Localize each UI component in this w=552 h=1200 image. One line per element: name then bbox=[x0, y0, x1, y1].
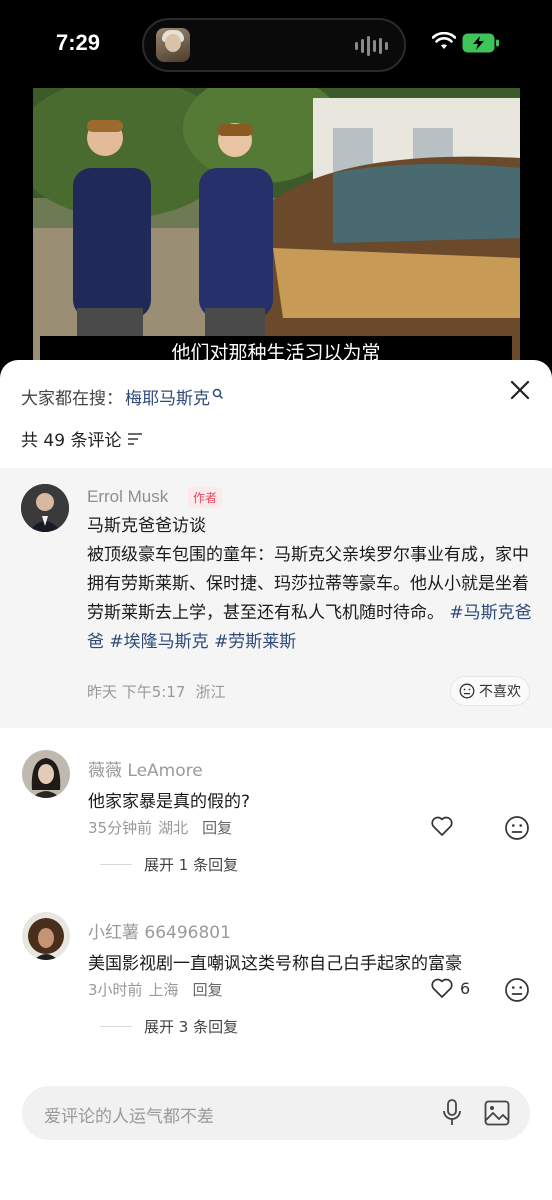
comment-meta: 35分钟前 湖北 回复 bbox=[88, 817, 232, 838]
expand-replies-label: 展开 3 条回复 bbox=[144, 1018, 239, 1036]
pinned-comment[interactable]: Errol Musk 作者 马斯克爸爸访谈 被顶级豪车包围的童年：马斯克父亲埃罗… bbox=[0, 468, 552, 728]
reply-button[interactable]: 回复 bbox=[202, 817, 232, 838]
wifi-icon bbox=[432, 32, 456, 49]
dynamic-island[interactable] bbox=[142, 18, 406, 72]
comment-author[interactable]: 薇薇 LeAmore bbox=[88, 756, 203, 781]
dislike-face-icon bbox=[459, 683, 475, 699]
sort-icon[interactable] bbox=[127, 432, 143, 446]
dislike-face-icon[interactable] bbox=[504, 815, 530, 841]
pinned-comment-title: 马斯克爸爸访谈 bbox=[87, 516, 206, 536]
author-badge: 作者 bbox=[188, 487, 223, 508]
image-icon[interactable] bbox=[484, 1100, 510, 1126]
comment-count-text: 共 49 条评论 bbox=[21, 431, 122, 451]
comment-time: 3小时前 bbox=[88, 981, 143, 999]
like-button[interactable]: 6 bbox=[430, 977, 470, 999]
audio-waveform-icon bbox=[355, 36, 388, 56]
comment-location: 上海 bbox=[148, 981, 179, 999]
hashtag[interactable]: #劳斯莱斯 bbox=[214, 632, 296, 652]
microphone-icon[interactable] bbox=[442, 1099, 462, 1127]
dislike-label: 不喜欢 bbox=[479, 684, 521, 700]
comment-input[interactable]: 爱评论的人运气都不差 bbox=[22, 1086, 530, 1140]
status-bar: 7:29 bbox=[0, 0, 552, 88]
comment-meta: 昨天 下午5:17 浙江 bbox=[87, 681, 225, 702]
comment-sheet: 大家都在搜： 梅耶马斯克 共 49 条评论 Errol Musk 作者 马斯克爸… bbox=[0, 360, 552, 1200]
pinned-comment-text: 马斯克爸爸访谈 被顶级豪车包围的童年：马斯克父亲埃罗尔事业有成，家中拥有劳斯莱斯… bbox=[87, 512, 533, 657]
heart-icon bbox=[431, 816, 453, 836]
avatar[interactable] bbox=[21, 484, 69, 532]
comment-location: 湖北 bbox=[158, 819, 189, 837]
expand-replies-button[interactable]: 展开 1 条回复 bbox=[100, 854, 238, 875]
dislike-face-icon[interactable] bbox=[504, 977, 530, 1003]
comment-location: 浙江 bbox=[195, 683, 226, 701]
comment-author[interactable]: Errol Musk bbox=[87, 487, 168, 507]
comment-time: 35分钟前 bbox=[88, 819, 153, 837]
search-icon bbox=[212, 388, 224, 399]
avatar[interactable] bbox=[22, 750, 70, 798]
reply-button[interactable]: 回复 bbox=[193, 979, 223, 1000]
hashtag[interactable]: #埃隆马斯克 bbox=[109, 632, 208, 652]
trending-search[interactable]: 大家都在搜： 梅耶马斯克 bbox=[21, 384, 224, 409]
heart-icon bbox=[431, 978, 453, 998]
divider bbox=[100, 1026, 132, 1027]
expand-replies-button[interactable]: 展开 3 条回复 bbox=[100, 1016, 238, 1037]
comment-text: 他家家暴是真的假的? bbox=[88, 792, 251, 812]
divider bbox=[100, 864, 132, 865]
now-playing-artwork bbox=[156, 28, 190, 62]
comment-text: 美国影视剧一直嘲讽这类号称自己白手起家的富豪 bbox=[88, 954, 462, 974]
comment-meta: 3小时前 上海 回复 bbox=[88, 979, 223, 1000]
like-button[interactable] bbox=[430, 815, 460, 837]
comment-time: 昨天 下午5:17 bbox=[87, 683, 186, 701]
battery-charging-icon bbox=[462, 33, 499, 53]
status-time: 7:29 bbox=[56, 30, 101, 55]
comment-count[interactable]: 共 49 条评论 bbox=[21, 426, 143, 451]
comment-input-placeholder: 爱评论的人运气都不差 bbox=[44, 1107, 214, 1127]
avatar[interactable] bbox=[22, 912, 70, 960]
like-count: 6 bbox=[460, 978, 471, 998]
dislike-button[interactable]: 不喜欢 bbox=[450, 676, 530, 706]
trending-search-prefix: 大家都在搜： bbox=[21, 389, 123, 409]
expand-replies-label: 展开 1 条回复 bbox=[144, 856, 239, 874]
video-player[interactable] bbox=[33, 88, 520, 360]
close-icon[interactable] bbox=[508, 378, 532, 402]
video-frame bbox=[33, 88, 520, 360]
comment-author[interactable]: 小红薯 66496801 bbox=[88, 918, 231, 943]
trending-search-term[interactable]: 梅耶马斯克 bbox=[125, 384, 210, 409]
